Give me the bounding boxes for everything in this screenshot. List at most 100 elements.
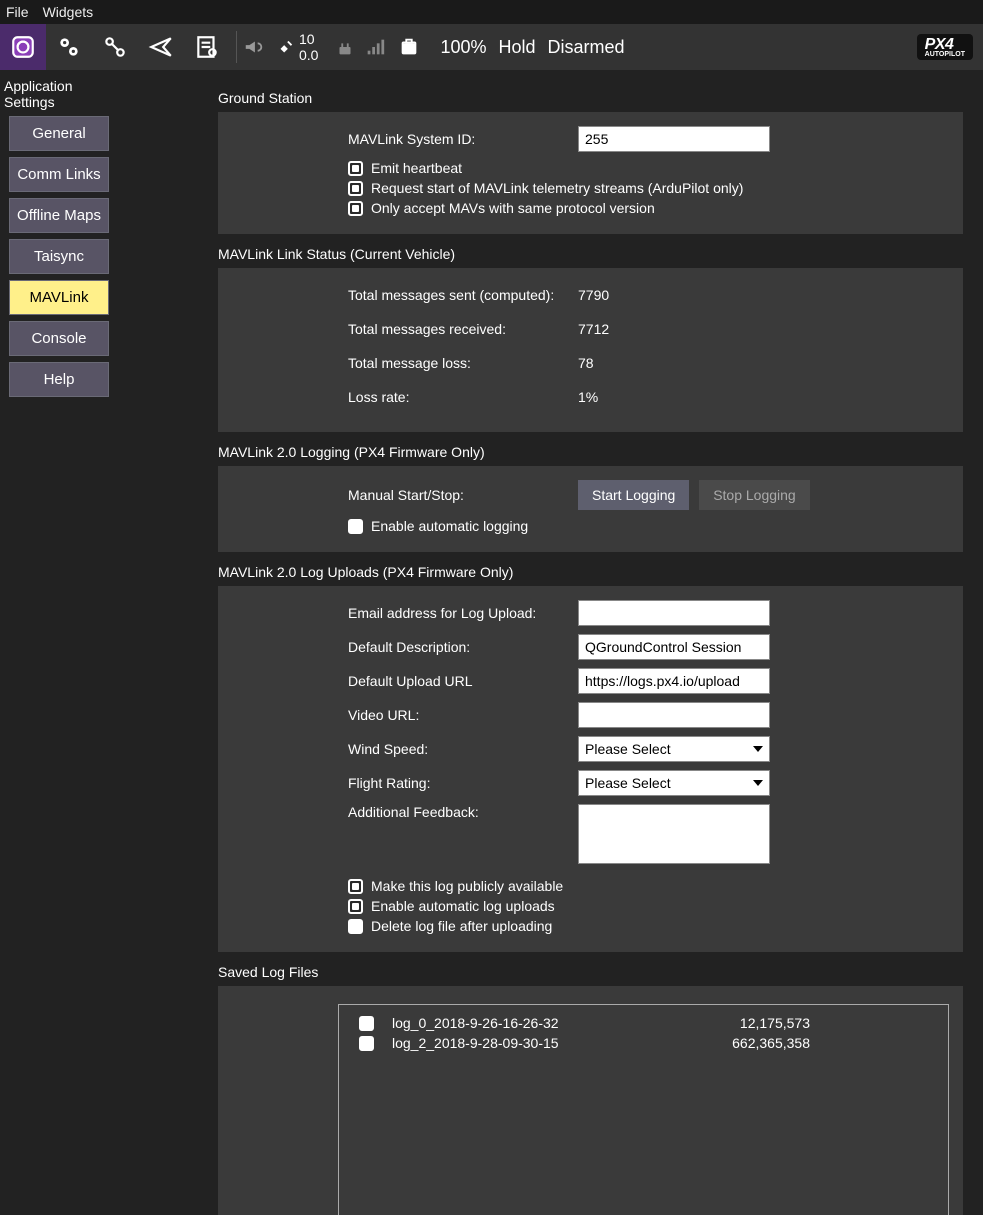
uploads-panel: Email address for Log Upload: Default De… [218,586,963,952]
url-input[interactable] [578,668,770,694]
delete-after-checkbox[interactable]: Delete log file after uploading [348,918,943,934]
sidebar-title: Application Settings [0,74,118,116]
rating-select[interactable]: Please Select [578,770,770,796]
megaphone-icon[interactable] [243,36,265,58]
log-filename: log_0_2018-9-26-16-26-32 [392,1015,692,1031]
log-row[interactable]: log_2_2018-9-28-09-30-15 662,365,358 [359,1035,928,1051]
manual-label: Manual Start/Stop: [348,487,578,503]
satellite-icon[interactable] [275,36,297,58]
sidebar-item-console[interactable]: Console [9,321,109,356]
request-streams-checkbox[interactable]: Request start of MAVLink telemetry strea… [348,180,943,196]
desc-label: Default Description: [348,639,578,655]
ground-station-panel: MAVLink System ID: Emit heartbeat Reques… [218,112,963,234]
saved-panel: log_0_2018-9-26-16-26-32 12,175,573 log_… [218,986,963,1215]
autoupload-label: Enable automatic log uploads [371,898,555,914]
sent-label: Total messages sent (computed): [348,287,578,303]
emit-heartbeat-checkbox[interactable]: Emit heartbeat [348,160,943,176]
checkbox-icon [348,919,363,934]
waypoint-icon[interactable] [92,24,138,70]
gears-icon[interactable] [46,24,92,70]
link-status-panel: Total messages sent (computed):7790 Tota… [218,268,963,432]
wind-value: Please Select [585,741,671,757]
flight-mode[interactable]: Hold [499,37,536,58]
sent-value: 7790 [578,287,609,303]
request-streams-label: Request start of MAVLink telemetry strea… [371,180,743,196]
sidebar-item-general[interactable]: General [9,116,109,151]
sidebar-item-taisync[interactable]: Taisync [9,239,109,274]
armed-state[interactable]: Disarmed [548,37,625,58]
wind-select[interactable]: Please Select [578,736,770,762]
checkbox-icon [348,519,363,534]
menu-file[interactable]: File [6,4,29,20]
rating-label: Flight Rating: [348,775,578,791]
log-list: log_0_2018-9-26-16-26-32 12,175,573 log_… [338,1004,949,1215]
log-filename: log_2_2018-9-28-09-30-15 [392,1035,692,1051]
log-filesize: 662,365,358 [710,1035,810,1051]
auto-logging-checkbox[interactable]: Enable automatic logging [348,518,943,534]
email-label: Email address for Log Upload: [348,605,578,621]
rate-value: 1% [578,389,598,405]
delete-after-label: Delete log file after uploading [371,918,552,934]
sidebar-item-help[interactable]: Help [9,362,109,397]
checkbox-icon [348,899,363,914]
auto-logging-label: Enable automatic logging [371,518,528,534]
feedback-label: Additional Feedback: [348,804,578,820]
sidebar-item-mavlink[interactable]: MAVLink [9,280,109,315]
rate-label: Loss rate: [348,389,578,405]
ground-station-title: Ground Station [218,90,963,106]
plane-icon[interactable] [138,24,184,70]
battery-icon[interactable] [398,36,420,58]
caret-down-icon [753,746,763,752]
uploads-title: MAVLink 2.0 Log Uploads (PX4 Firmware On… [218,564,963,580]
sysid-label: MAVLink System ID: [348,131,578,147]
start-logging-button[interactable]: Start Logging [578,480,689,510]
protocol-version-label: Only accept MAVs with same protocol vers… [371,200,655,216]
checkbox-icon [348,201,363,216]
caret-down-icon [753,780,763,786]
checkbox-icon [348,879,363,894]
wind-label: Wind Speed: [348,741,578,757]
checkbox-icon [348,161,363,176]
recv-label: Total messages received: [348,321,578,337]
emit-heartbeat-label: Emit heartbeat [371,160,462,176]
stop-logging-button[interactable]: Stop Logging [699,480,810,510]
email-input[interactable] [578,600,770,626]
log-checkbox[interactable] [359,1016,374,1031]
logging-title: MAVLink 2.0 Logging (PX4 Firmware Only) [218,444,963,460]
sidebar: Application Settings General Comm Links … [0,70,118,1215]
sidebar-item-commlinks[interactable]: Comm Links [9,157,109,192]
video-input[interactable] [578,702,770,728]
loss-value: 78 [578,355,594,371]
video-label: Video URL: [348,707,578,723]
rc-icon[interactable] [334,36,356,58]
app-settings-icon[interactable] [0,24,46,70]
url-label: Default Upload URL [348,673,578,689]
menu-widgets[interactable]: Widgets [43,4,94,20]
analyze-icon[interactable] [184,24,230,70]
protocol-version-checkbox[interactable]: Only accept MAVs with same protocol vers… [348,200,943,216]
autoupload-checkbox[interactable]: Enable automatic log uploads [348,898,943,914]
public-label: Make this log publicly available [371,878,563,894]
checkbox-icon [348,181,363,196]
desc-input[interactable] [578,634,770,660]
toolbar-divider [236,31,237,63]
feedback-textarea[interactable] [578,804,770,864]
battery-percent: 100% [440,37,486,58]
sidebar-item-offlinemaps[interactable]: Offline Maps [9,198,109,233]
log-checkbox[interactable] [359,1036,374,1051]
log-row[interactable]: log_0_2018-9-26-16-26-32 12,175,573 [359,1015,928,1031]
rating-value: Please Select [585,775,671,791]
menu-bar: File Widgets [0,0,983,24]
gps-status: 10 0.0 [299,31,318,63]
toolbar: 10 0.0 100% Hold Disarmed PX4 AUTOPILOT [0,24,983,70]
logging-panel: Manual Start/Stop: Start Logging Stop Lo… [218,466,963,552]
public-checkbox[interactable]: Make this log publicly available [348,878,943,894]
recv-value: 7712 [578,321,609,337]
signal-icon[interactable] [364,36,386,58]
link-status-title: MAVLink Link Status (Current Vehicle) [218,246,963,262]
px4-logo: PX4 AUTOPILOT [917,34,973,60]
saved-title: Saved Log Files [218,964,963,980]
loss-label: Total message loss: [348,355,578,371]
main-content: Ground Station MAVLink System ID: Emit h… [118,70,983,1215]
sysid-input[interactable] [578,126,770,152]
